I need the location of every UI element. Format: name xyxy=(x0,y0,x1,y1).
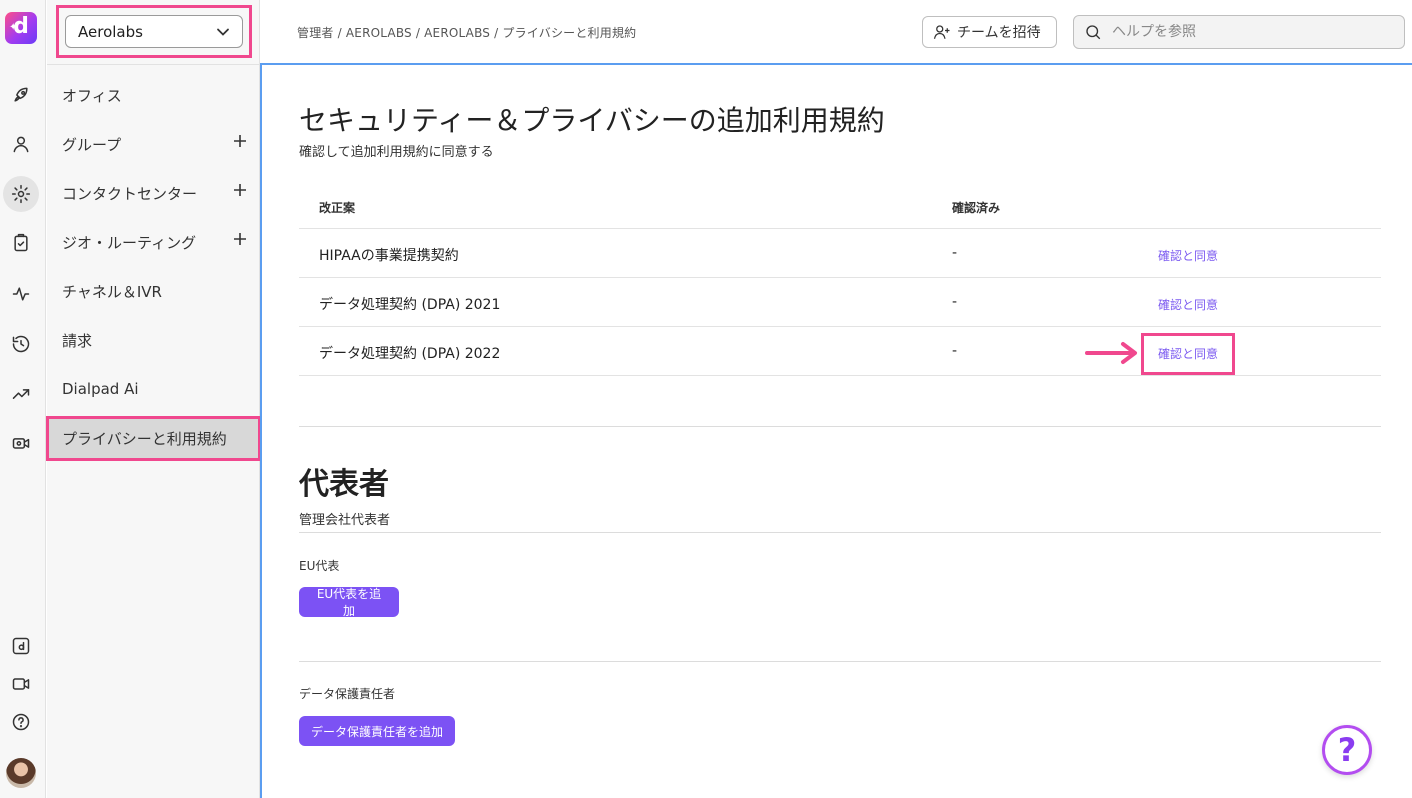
dialpad-ai-icon[interactable] xyxy=(6,631,36,661)
column-header-confirmed: 確認済み xyxy=(952,201,1001,215)
trending-up-icon[interactable] xyxy=(6,379,36,409)
sidebar-item-contact-center[interactable]: コンタクトセンター xyxy=(62,178,252,208)
add-user-icon xyxy=(933,25,950,39)
page-subtitle: 確認して追加利用規約に同意する xyxy=(299,145,494,160)
table-row-confirmed: - xyxy=(952,294,958,310)
table-row-name: データ処理契約 (DPA) 2022 xyxy=(319,346,501,362)
sidebar-item-channels-ivr[interactable]: チャネル＆IVR xyxy=(62,276,252,306)
table-row-confirmed: - xyxy=(952,343,958,359)
help-fab-button[interactable]: ? xyxy=(1322,725,1372,775)
sidebar-item-billing[interactable]: 請求 xyxy=(62,325,252,355)
column-header-proposal: 改正案 xyxy=(319,201,356,215)
row-divider xyxy=(299,228,1381,229)
page-title: セキュリティー＆プライバシーの追加利用規約 xyxy=(299,104,885,137)
plus-icon[interactable] xyxy=(232,182,248,198)
divider xyxy=(47,64,260,65)
review-agree-link[interactable]: 確認と同意 xyxy=(1158,345,1218,362)
representative-title: 代表者 xyxy=(299,467,389,502)
clipboard-icon[interactable] xyxy=(6,228,36,258)
sidebar-item-geo-routing[interactable]: ジオ・ルーティング xyxy=(62,227,252,257)
search-input[interactable] xyxy=(1112,24,1392,40)
sidebar-item-office[interactable]: オフィス xyxy=(62,80,252,110)
org-select-value: Aerolabs xyxy=(78,22,143,41)
breadcrumb[interactable]: 管理者 / AEROLABS / AEROLABS / プライバシーと利用規約 xyxy=(297,24,636,41)
chevron-down-icon xyxy=(217,28,229,36)
invite-team-button[interactable]: チームを招待 xyxy=(922,16,1057,48)
sidebar-item-label: コンタクトセンター xyxy=(62,184,198,203)
add-dpo-button[interactable]: データ保護責任者を追加 xyxy=(299,716,455,746)
sidebar-item-label: プライバシーと利用規約 xyxy=(62,430,227,448)
history-icon[interactable] xyxy=(6,329,36,359)
row-divider xyxy=(299,326,1381,327)
table-row-name: データ処理契約 (DPA) 2021 xyxy=(319,297,501,313)
sidebar-item-dialpad-ai[interactable]: Dialpad Ai xyxy=(62,374,252,404)
representative-subtitle: 管理会社代表者 xyxy=(299,513,391,528)
icon-rail: ✦ d xyxy=(0,0,46,798)
section-divider xyxy=(299,426,1381,427)
arrow-right-icon xyxy=(1085,342,1137,364)
invite-team-label: チームを招待 xyxy=(957,24,1041,40)
add-eu-representative-button[interactable]: EU代表を追加 xyxy=(299,587,399,618)
gear-icon[interactable] xyxy=(3,176,39,212)
table-row-name: HIPAAの事業提携契約 xyxy=(319,248,459,264)
help-search[interactable] xyxy=(1073,15,1405,49)
section-divider xyxy=(299,661,1381,662)
review-agree-link[interactable]: 確認と同意 xyxy=(1158,296,1218,313)
sidebar-item-label: ジオ・ルーティング xyxy=(62,233,197,252)
dpo-label: データ保護責任者 xyxy=(299,687,396,701)
table-row-confirmed: - xyxy=(952,245,958,261)
section-divider xyxy=(299,532,1381,533)
review-agree-link[interactable]: 確認と同意 xyxy=(1158,247,1218,264)
main-content: セキュリティー＆プライバシーの追加利用規約 確認して追加利用規約に同意する 改正… xyxy=(260,63,1412,798)
row-divider xyxy=(299,375,1381,376)
camera-settings-icon[interactable] xyxy=(6,428,36,458)
sidebar: Aerolabs オフィス グループ コンタクトセンター ジオ・ルーティング チ… xyxy=(46,0,261,798)
top-header: 管理者 / AEROLABS / AEROLABS / プライバシーと利用規約 … xyxy=(261,0,1412,62)
sparkle-icon: ✦ xyxy=(9,22,18,33)
help-circle-icon[interactable] xyxy=(6,707,36,737)
dialpad-logo[interactable]: ✦ d xyxy=(5,12,37,44)
sidebar-item-label: 請求 xyxy=(62,331,93,350)
plus-icon[interactable] xyxy=(232,133,248,149)
search-icon xyxy=(1086,25,1101,40)
org-select[interactable]: Aerolabs xyxy=(65,15,243,48)
person-icon[interactable] xyxy=(6,129,36,159)
video-icon[interactable] xyxy=(6,669,36,699)
org-select-highlight: Aerolabs xyxy=(56,5,252,58)
sidebar-item-label: グループ xyxy=(62,135,122,154)
activity-icon[interactable] xyxy=(6,279,36,309)
sidebar-item-groups[interactable]: グループ xyxy=(62,129,252,159)
sidebar-item-label: オフィス xyxy=(62,86,122,105)
row-divider xyxy=(299,277,1381,278)
sidebar-item-label: Dialpad Ai xyxy=(62,380,139,398)
avatar[interactable] xyxy=(6,758,36,788)
eu-representative-label: EU代表 xyxy=(299,559,340,573)
rocket-icon[interactable] xyxy=(6,80,36,110)
sidebar-item-privacy-terms[interactable]: プライバシーと利用規約 xyxy=(46,416,261,461)
sidebar-item-label: チャネル＆IVR xyxy=(62,282,162,301)
plus-icon[interactable] xyxy=(232,231,248,247)
